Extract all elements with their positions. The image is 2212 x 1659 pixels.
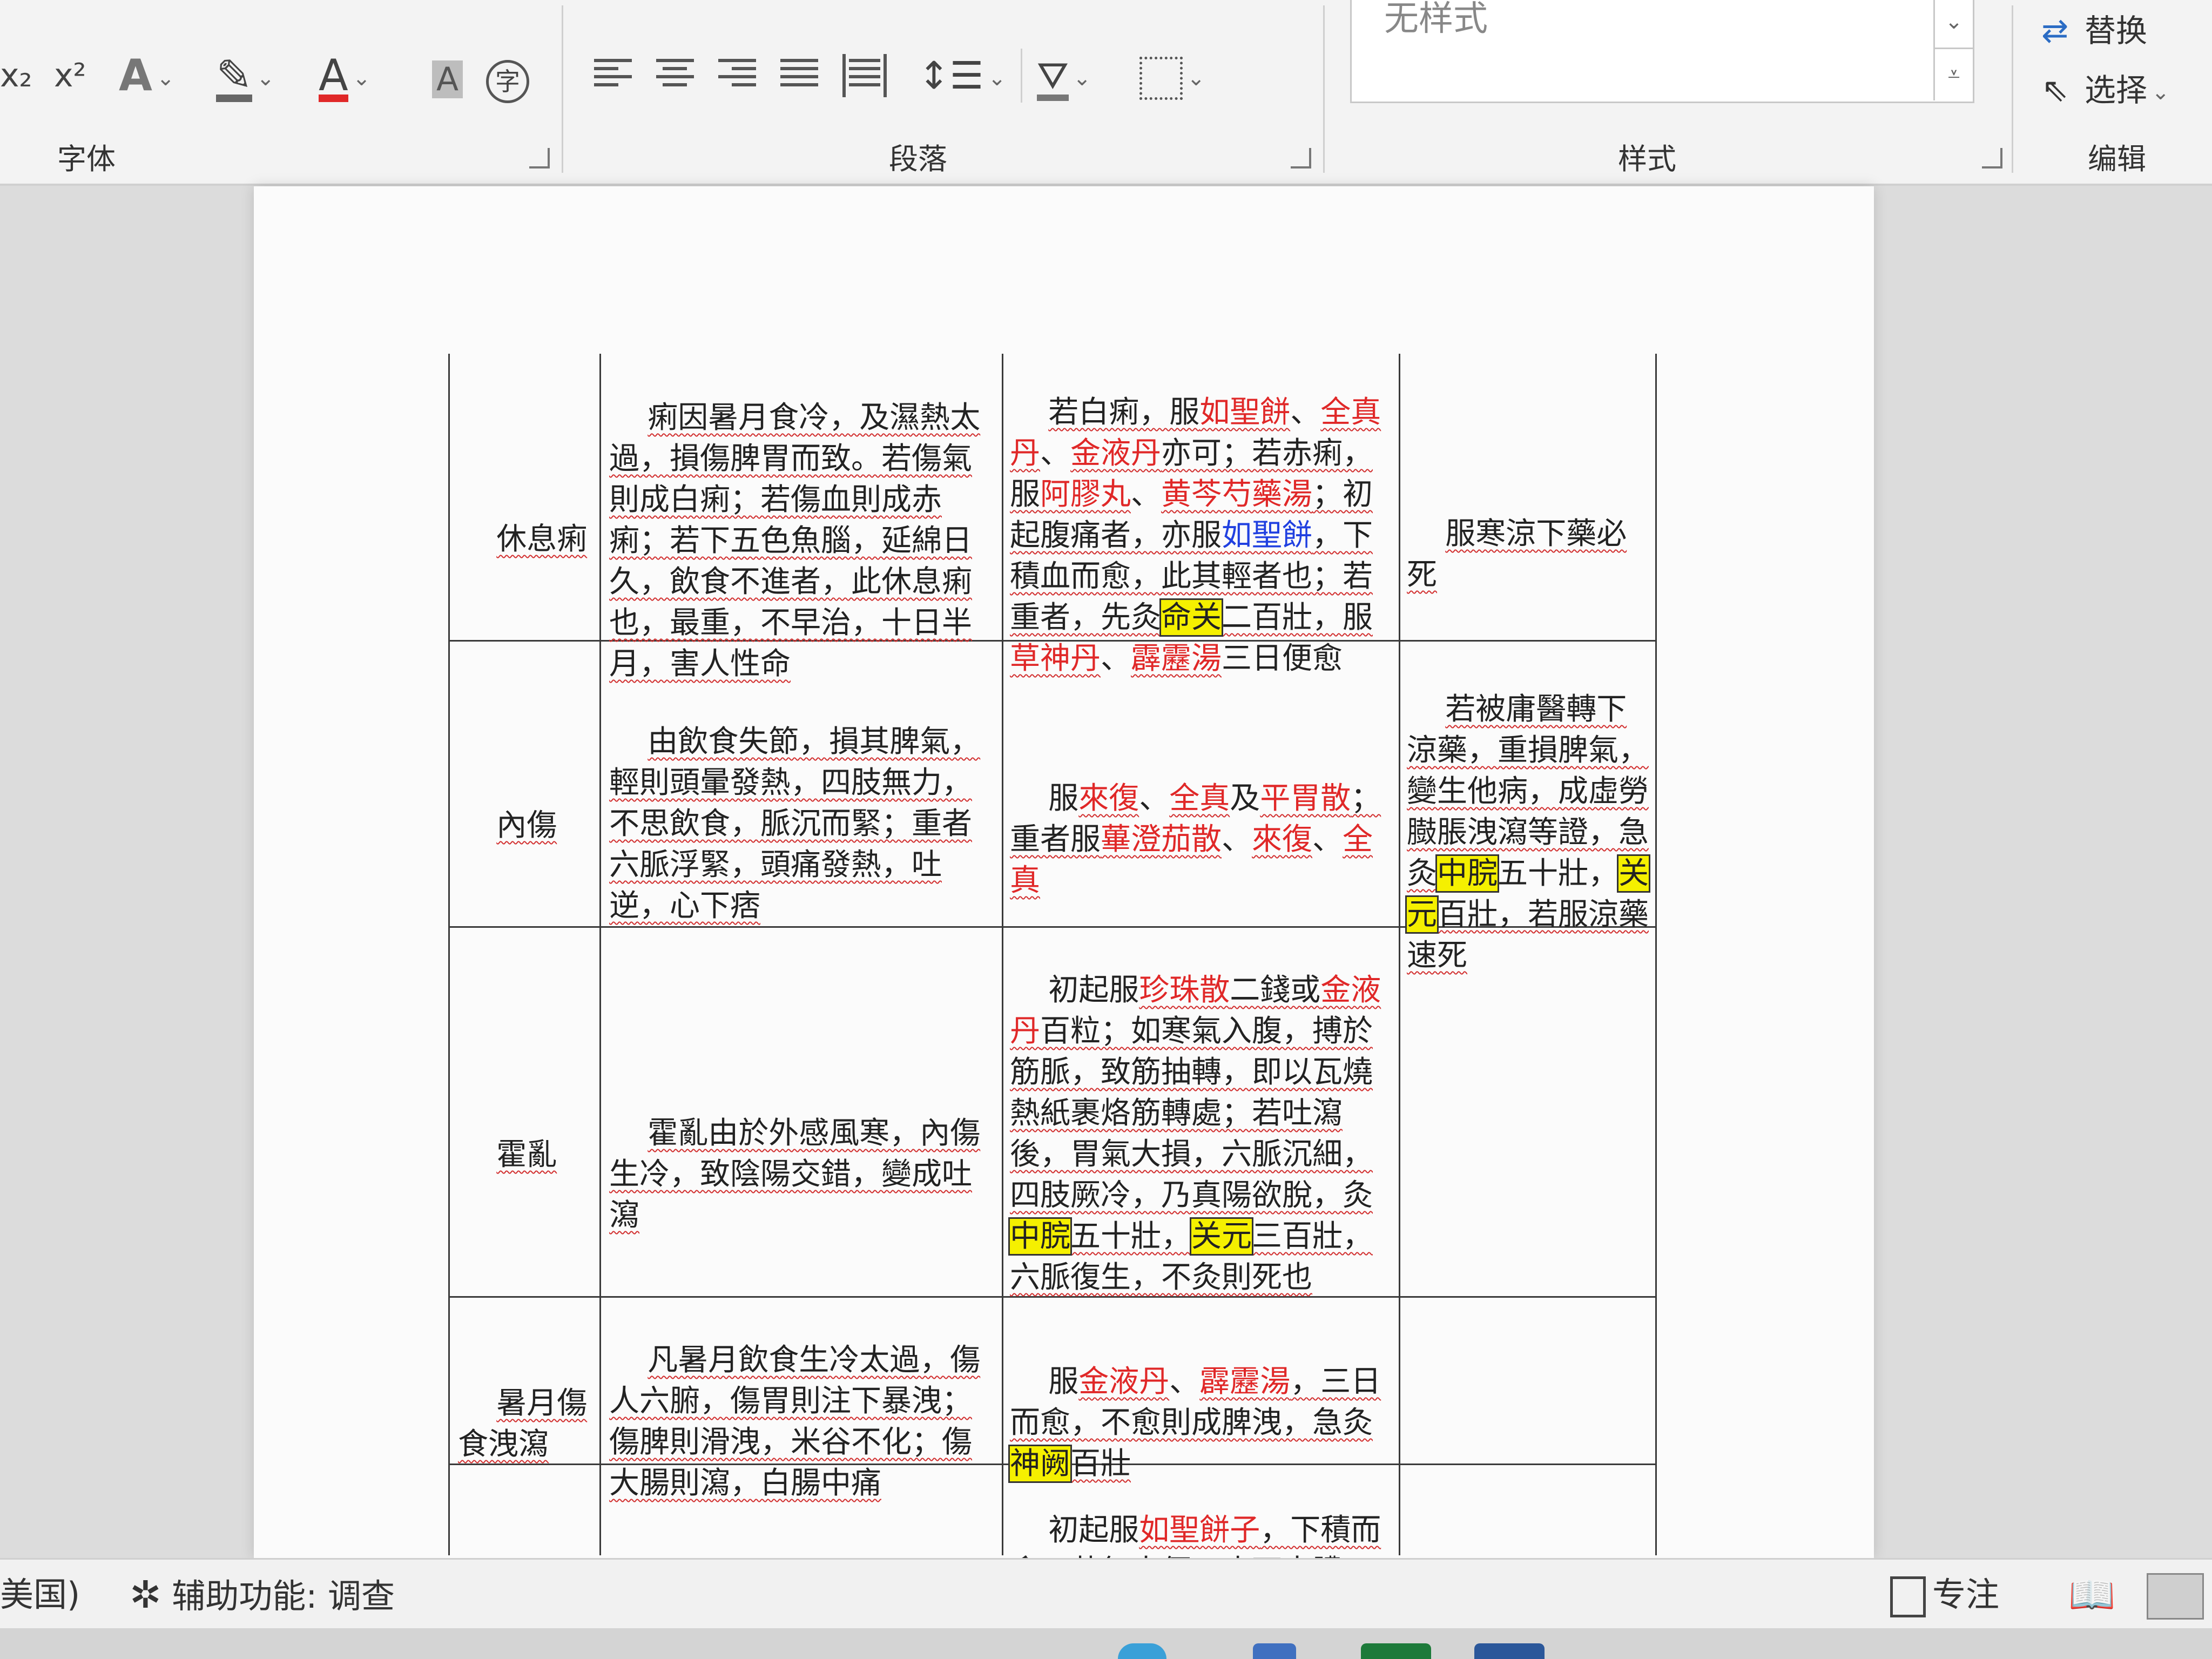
- drug-name: 珍珠散: [1139, 973, 1230, 1008]
- taskbar-app-icon[interactable]: [1253, 1643, 1296, 1659]
- acupoint-highlight: 中脘: [1008, 1217, 1072, 1256]
- drug-name: 黄芩芍藥湯: [1161, 477, 1312, 512]
- ribbon: x₂ x² A ⌄ ✎ ⌄ A ⌄ A 字 字体 ↕☰ ⌄ ⛛ ⌄ ⌄ 段落 无…: [0, 0, 2212, 186]
- chevron-down-icon: ⌄: [2152, 79, 2170, 105]
- style-gallery[interactable]: 无样式 ⌄ ⩡: [1350, 0, 1974, 103]
- treat-text: 、: [1169, 1364, 1200, 1399]
- drug-name: 平胃散: [1260, 781, 1351, 816]
- treat-text: 初起服: [1048, 1513, 1139, 1548]
- print-layout-icon[interactable]: [2147, 1573, 2204, 1620]
- drug-name: 霹靂湯: [1131, 641, 1222, 676]
- read-mode-icon[interactable]: 📖: [2068, 1560, 2115, 1630]
- select-button[interactable]: ⇖ 选择 ⌄: [2041, 65, 2170, 110]
- taskbar-app-icon[interactable]: [1118, 1643, 1166, 1659]
- cause-text: 由飲食失節，損其脾氣，輕則頭暈發熱，四肢無力，不思飲食，脈沉而緊；重者六脈浮緊，…: [609, 724, 981, 923]
- taskbar-app-icon[interactable]: [1361, 1643, 1431, 1659]
- taskbar: [0, 1628, 2212, 1659]
- status-bar: 美国) ✲ 辅助功能: 调查 专注 📖: [0, 1558, 2212, 1630]
- treat-text: 、: [1040, 436, 1070, 471]
- treat-text: 、: [1222, 822, 1252, 857]
- table-cell-treatment[interactable]: 初起服珍珠散二錢或金液丹百粒；如寒氣入腹，搏於筋脈，致筋抽轉，即以瓦燒熱紙裹烙筋…: [1008, 929, 1388, 1339]
- acupoint-highlight: 命关: [1159, 598, 1223, 637]
- accessibility-label: 辅助功能: 调查: [172, 1576, 395, 1616]
- focus-icon: [1890, 1576, 1926, 1617]
- treat-text: 二百壯，服: [1222, 600, 1373, 635]
- table-cell-treatment[interactable]: 若白痢，服如聖餅、全真丹、金液丹亦可；若赤痢，服阿膠丸、黄芩芍藥湯；初起腹痛者，…: [1010, 351, 1388, 720]
- treat-text: 、: [1290, 395, 1321, 430]
- table-row-label[interactable]: 休息痢: [458, 478, 593, 601]
- drug-name: 蓽澄茄散: [1101, 822, 1222, 857]
- note-text: 五十壯，: [1498, 856, 1618, 891]
- drug-name: 如聖餅子: [1139, 1513, 1260, 1548]
- table-cell-cause[interactable]: 由飲食失節，損其脾氣，輕則頭暈發熱，四肢無力，不思飲食，脈沉而緊；重者六脈浮緊，…: [609, 680, 993, 968]
- drug-name: 來復: [1078, 781, 1139, 816]
- style-expand-icon[interactable]: ⩡: [1933, 48, 1973, 100]
- accessibility-button[interactable]: ✲ 辅助功能: 调查: [130, 1560, 395, 1631]
- drug-name: 金液丹: [1078, 1364, 1170, 1399]
- table-cell-cause[interactable]: 霍亂由於外感風寒，內傷生冷，致陰陽交錯，變成吐瀉: [609, 1072, 993, 1277]
- row-label-text: 休息痢: [496, 522, 588, 557]
- document-page[interactable]: 休息痢 痢因暑月食冷，及濕熱太過，損傷脾胃而致。若傷氣則成白痢；若傷血則成赤痢；…: [254, 186, 1874, 1589]
- table-border-col2: [599, 354, 601, 1555]
- acupoint-highlight: 中脘: [1435, 854, 1499, 893]
- row-label-text: 暑月傷食洩瀉: [458, 1386, 588, 1462]
- treat-text: 五十壯，: [1070, 1219, 1191, 1254]
- treat-text: 服: [1048, 1364, 1079, 1399]
- drug-name: 草神丹: [1010, 641, 1101, 676]
- treat-text: 、: [1312, 822, 1343, 857]
- table-row-label[interactable]: 內傷: [458, 764, 593, 887]
- table-cell-note[interactable]: [1407, 1301, 1650, 1425]
- acupoint-highlight: 关元: [1190, 1217, 1253, 1256]
- cause-text: 痢因暑月食冷，及濕熱太過，損傷脾胃而致。若傷氣則成白痢；若傷血則成赤痢；若下五色…: [609, 400, 981, 682]
- drug-name: 金液丹: [1070, 436, 1161, 471]
- styles-group: 无样式 ⌄ ⩡ 样式: [0, 0, 2009, 184]
- drug-name: 來復: [1252, 822, 1312, 857]
- cursor-arrow-icon: ⇖: [2041, 71, 2069, 109]
- table-border-left: [448, 354, 450, 1555]
- table-row-label[interactable]: 霍亂: [458, 1094, 593, 1217]
- row-label-text: 內傷: [496, 808, 557, 843]
- treat-text: 、: [1101, 641, 1131, 676]
- treat-text: 百粒；如寒氣入腹，搏於筋脈，致筋抽轉，即以瓦燒熱紙裹烙筋轉處；若吐瀉後，胃氣大損…: [1010, 1014, 1373, 1213]
- table-cell-cause[interactable]: 痢因暑月食冷，及濕熱太過，損傷脾胃而致。若傷氣則成白痢；若傷血則成赤痢；若下五色…: [609, 356, 993, 726]
- drug-name: 阿膠丸: [1040, 477, 1131, 512]
- language-indicator[interactable]: 美国): [0, 1560, 80, 1630]
- style-scroll-down-icon[interactable]: ⌄: [1933, 0, 1973, 48]
- select-label: 选择: [2085, 72, 2148, 109]
- focus-label: 专注: [1932, 1575, 2000, 1614]
- styles-dialog-launcher-icon[interactable]: [1982, 148, 2002, 168]
- treat-text: 三日便愈: [1222, 641, 1343, 676]
- styles-group-label: 样式: [1618, 142, 1676, 176]
- drug-name: 霹靂湯: [1199, 1364, 1291, 1399]
- treat-text: 初起服: [1048, 973, 1139, 1008]
- table-border-col3: [1002, 354, 1003, 1555]
- style-gallery-item[interactable]: 无样式: [1384, 0, 1488, 41]
- replace-icon: ⇄: [2041, 12, 2069, 50]
- accessibility-icon: ✲: [130, 1573, 161, 1617]
- table-border-col4: [1399, 354, 1400, 1555]
- treat-text: 、: [1139, 781, 1170, 816]
- table-cell-note[interactable]: [1407, 932, 1650, 1055]
- focus-mode-button[interactable]: 专注: [1890, 1560, 1999, 1630]
- cause-text: 霍亂由於外感風寒，內傷生冷，致陰陽交錯，變成吐瀉: [609, 1116, 981, 1233]
- treat-text: 、: [1131, 477, 1161, 512]
- replace-button[interactable]: ⇄ 替换: [2041, 5, 2147, 51]
- drug-name: 如聖餅: [1222, 518, 1312, 553]
- row-label-text: 霍亂: [496, 1137, 557, 1172]
- treat-text: 二錢或: [1230, 973, 1321, 1008]
- taskbar-app-icon[interactable]: [1474, 1643, 1545, 1659]
- replace-label: 替换: [2085, 12, 2148, 49]
- note-text: 服寒涼下藥必死: [1407, 516, 1627, 592]
- table-border-right: [1655, 354, 1657, 1555]
- group-separator: [2012, 5, 2013, 173]
- treat-text: 及: [1230, 781, 1260, 816]
- treat-text: 服: [1048, 781, 1079, 816]
- table-cell-note[interactable]: 服寒涼下藥必死: [1407, 473, 1650, 637]
- edit-group-label: 编辑: [2088, 142, 2146, 176]
- drug-name: 如聖餅: [1199, 395, 1291, 430]
- table-cell-treatment[interactable]: 服來復、全真及平胃散；重者服蓽澄茄散、來復、全真: [1010, 737, 1388, 942]
- drug-name: 全真: [1169, 781, 1230, 816]
- treat-text: 若白痢，服: [1048, 395, 1200, 430]
